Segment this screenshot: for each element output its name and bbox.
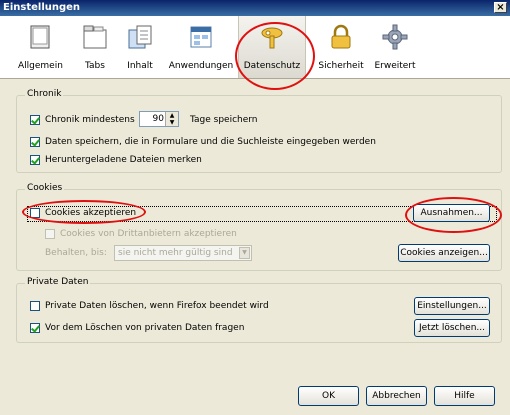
tab-label: Sicherheit — [318, 61, 364, 71]
help-button[interactable]: Hilfe — [434, 386, 495, 406]
cancel-button[interactable]: Abbrechen — [366, 386, 427, 406]
third-party-cookies-checkbox[interactable] — [45, 229, 55, 239]
lock-icon — [331, 24, 351, 49]
tab-erweitert[interactable]: Erweitert — [372, 16, 418, 78]
history-checkbox[interactable] — [30, 115, 40, 125]
applications-icon — [190, 26, 212, 48]
form-data-checkbox[interactable] — [30, 137, 40, 147]
ask-before-clear-label: Vor dem Löschen von privaten Daten frage… — [45, 323, 245, 333]
tab-label: Datenschutz — [243, 61, 301, 71]
clear-on-exit-checkbox[interactable] — [30, 301, 40, 311]
tab-sicherheit[interactable]: Sicherheit — [316, 16, 366, 78]
gear-icon — [382, 24, 408, 50]
show-cookies-button[interactable]: Cookies anzeigen... — [398, 244, 490, 262]
tab-anwendungen[interactable]: Anwendungen — [168, 16, 234, 78]
history-suffix: Tage speichern — [190, 115, 258, 125]
clear-on-exit-label: Private Daten löschen, wenn Firefox been… — [45, 301, 269, 311]
tab-label: Allgemein — [18, 61, 63, 71]
tab-label: Inhalt — [127, 61, 153, 71]
title-bar: Einstellungen × — [0, 0, 510, 16]
ok-button[interactable]: OK — [298, 386, 359, 406]
cookie-exceptions-button[interactable]: Ausnahmen... — [413, 204, 490, 222]
content-icon — [128, 25, 152, 49]
tab-tabs[interactable]: Tabs — [78, 16, 112, 78]
tab-label: Erweitert — [374, 61, 416, 71]
third-party-cookies-label: Cookies von Drittanbietern akzeptieren — [60, 229, 237, 239]
stepper-arrows-icon[interactable]: ▲ ▼ — [165, 112, 178, 126]
downloads-checkbox[interactable] — [30, 155, 40, 165]
window-title: Einstellungen — [3, 2, 81, 13]
window-icon — [30, 25, 50, 49]
downloads-label: Heruntergeladene Dateien merken — [45, 155, 202, 165]
tabs-icon — [83, 25, 107, 49]
accept-cookies-checkbox[interactable] — [30, 208, 40, 218]
tab-datenschutz[interactable]: Datenschutz — [238, 16, 306, 78]
history-days-stepper[interactable]: 90 ▲ ▼ — [139, 111, 179, 127]
tab-inhalt[interactable]: Inhalt — [122, 16, 158, 78]
tab-label: Tabs — [85, 61, 105, 71]
history-legend: Chronik — [25, 89, 64, 99]
tab-label: Anwendungen — [168, 61, 234, 71]
history-days-value: 90 — [152, 114, 164, 124]
keep-until-label: Behalten, bis: — [45, 248, 107, 258]
clear-now-button[interactable]: Jetzt löschen... — [414, 319, 490, 337]
private-data-legend: Private Daten — [25, 277, 91, 287]
accept-cookies-label: Cookies akzeptieren — [45, 208, 137, 218]
close-button[interactable]: × — [494, 2, 507, 13]
tab-allgemein[interactable]: Allgemein — [18, 16, 63, 78]
form-data-label: Daten speichern, die in Formulare und di… — [45, 137, 376, 147]
privacy-mask-icon — [261, 27, 283, 49]
preferences-toolbar: Allgemein Tabs Inhalt Anwendungen Datens… — [0, 16, 510, 79]
ask-before-clear-checkbox[interactable] — [30, 323, 40, 333]
keep-until-select[interactable]: sie nicht mehr gültig sind ▼ — [114, 245, 252, 261]
preferences-window: Einstellungen × Allgemein Tabs Inhalt An… — [0, 0, 510, 415]
history-label: Chronik mindestens — [45, 115, 135, 125]
chevron-down-icon: ▼ — [239, 247, 250, 259]
private-data-settings-button[interactable]: Einstellungen... — [414, 297, 490, 315]
close-icon: × — [496, 2, 505, 13]
keep-until-value: sie nicht mehr gültig sind — [118, 248, 233, 258]
cookies-legend: Cookies — [25, 183, 65, 193]
